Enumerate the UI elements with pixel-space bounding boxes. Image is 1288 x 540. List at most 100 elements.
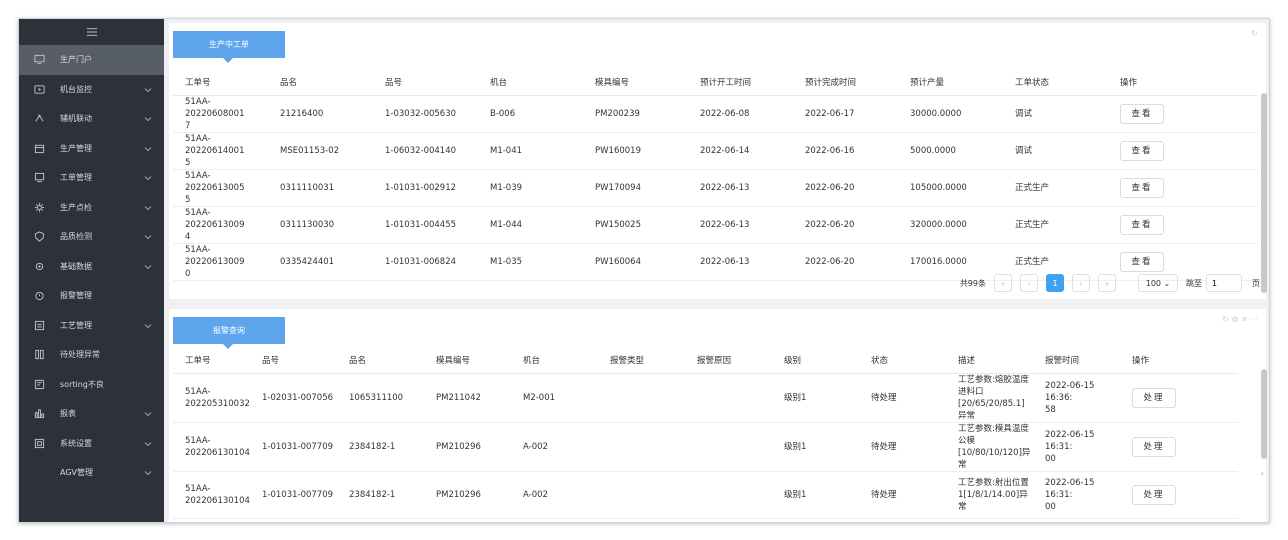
page-size-select[interactable]: 100 ⌄: [1138, 274, 1178, 292]
page-suffix: 页: [1252, 278, 1260, 288]
alarm-scrollbar[interactable]: [1261, 369, 1267, 459]
cell-part: 1-01031-004455: [373, 206, 478, 244]
view-button[interactable]: 查看: [1120, 214, 1164, 235]
cell-order: 51AA-20220608001 7: [173, 95, 268, 133]
cell-name: 1065311100: [337, 373, 424, 423]
order-line: 7: [185, 120, 191, 131]
sidebar-item-label: 基础数据: [60, 261, 92, 271]
cell-part: 1-01031-007709: [250, 471, 337, 519]
panel-tools-icon[interactable]: ↻ ⚙ ✕ ···: [1222, 315, 1258, 324]
tab-work-orders[interactable]: 生产中工单: [173, 31, 285, 63]
alarm-panel: 报警查询 ↻ ⚙ ✕ ··· 工单号 品号 品名 模具编号 机台 报警类型 报警原因 级别 状态…: [169, 309, 1267, 522]
cell-name: MSE01153-02: [268, 132, 373, 170]
sidebar-item-6[interactable]: 品质检测: [19, 222, 164, 252]
cell-order: 51AA-20220613009 0: [173, 243, 268, 281]
order-line: 5: [185, 194, 191, 205]
desktop-icon: [32, 172, 46, 183]
first-page-button[interactable]: «: [994, 274, 1012, 292]
handle-button[interactable]: 处理: [1132, 387, 1176, 408]
refresh-icon[interactable]: ↻: [1251, 29, 1258, 38]
view-button[interactable]: 查看: [1120, 251, 1164, 272]
view-button[interactable]: 查看: [1120, 140, 1164, 161]
chevron-right-icon[interactable]: ‹: [1261, 469, 1264, 478]
sidebar-item-label: 待处理异常: [60, 350, 100, 360]
cell-end: 2022-06-20: [793, 243, 898, 281]
view-button[interactable]: 查看: [1120, 177, 1164, 198]
work-order-scrollbar[interactable]: [1261, 93, 1267, 293]
cell-name: 0311110031: [268, 169, 373, 207]
column-header: 工单状态: [1003, 69, 1108, 96]
column-header: 报警时间: [1033, 347, 1120, 374]
cell-desc: 工艺参数:模具温度公模[10/80/10/120]异常: [946, 422, 1033, 472]
order-line: 51AA-20220613009: [185, 244, 245, 267]
column-header: 操作: [1120, 347, 1238, 374]
cell-status: 正式生产: [1003, 169, 1108, 207]
tab-alarms[interactable]: 报警查询: [173, 317, 285, 349]
column-header: 机台: [511, 347, 598, 374]
order-line: 202206130104: [185, 447, 250, 458]
exception-icon: [32, 349, 46, 360]
view-button[interactable]: 查看: [1120, 103, 1164, 124]
sidebar-item-4[interactable]: 工单管理: [19, 163, 164, 193]
order-line: 51AA-20220608001: [185, 96, 245, 119]
page-current[interactable]: 1: [1046, 274, 1064, 292]
sidebar-item-3[interactable]: 生产管理: [19, 134, 164, 164]
sidebar-item-5[interactable]: 生产点检: [19, 193, 164, 223]
next-page-button[interactable]: ›: [1072, 274, 1090, 292]
cell-machine: M2-001: [511, 373, 598, 423]
cell-qty: 320000.0000: [898, 206, 1003, 244]
cell-machine: M1-041: [478, 132, 583, 170]
cell-desc: 工艺参数:射出位置1[1/8/1/14.00]异常: [946, 471, 1033, 519]
cell-mold: PW160019: [583, 132, 688, 170]
time-line: 00: [1045, 501, 1056, 512]
sidebar-item-7[interactable]: 基础数据: [19, 252, 164, 282]
sidebar-item-label: 工艺管理: [60, 320, 92, 330]
handle-button[interactable]: 处理: [1132, 484, 1176, 505]
time-line: 2022-06-15 16:31:: [1045, 477, 1095, 500]
bar-chart-icon: [32, 408, 46, 419]
agv-icon: [32, 467, 46, 478]
cell-status: 待处理: [859, 422, 946, 472]
handle-button[interactable]: 处理: [1132, 436, 1176, 457]
sidebar-item-10[interactable]: 待处理异常: [19, 340, 164, 370]
cell-status: 待处理: [859, 373, 946, 423]
cell-end: 2022-06-20: [793, 169, 898, 207]
sidebar-item-14[interactable]: AGV管理: [19, 458, 164, 488]
sidebar-item-9[interactable]: 工艺管理: [19, 311, 164, 341]
pagination: 共99条 « ‹ 1 › » 100 ⌄ 跳至 页: [960, 274, 1260, 292]
page-size-value: 100: [1145, 278, 1162, 288]
prev-page-button[interactable]: ‹: [1020, 274, 1038, 292]
cell-name: 0311130030: [268, 206, 373, 244]
cell-name: 2384182-1: [337, 471, 424, 519]
table-row: 51AA- 202206130104 1-01031-007709 2384182-1…: [173, 422, 1238, 472]
column-header: 模具编号: [583, 69, 688, 96]
jump-input[interactable]: [1206, 274, 1242, 292]
sidebar-item-8[interactable]: 报警管理: [19, 281, 164, 311]
total-count: 共99条: [959, 278, 986, 288]
cell-mold: PM210296: [424, 471, 511, 519]
cell-part: 1-06032-004140: [373, 132, 478, 170]
cell-order: 51AA-20220613009 4: [173, 206, 268, 244]
cell-machine: B-006: [478, 95, 583, 133]
menu-toggle-icon[interactable]: [19, 19, 164, 45]
cell-mold: PW160064: [583, 243, 688, 281]
order-line: 51AA-: [185, 483, 211, 494]
cell-start: 2022-06-13: [688, 206, 793, 244]
last-page-button[interactable]: »: [1098, 274, 1116, 292]
sidebar-item-13[interactable]: 系统设置: [19, 429, 164, 459]
cell-machine: M1-035: [478, 243, 583, 281]
cell-level: 级别1: [772, 373, 859, 423]
cell-action: 处理: [1120, 471, 1238, 519]
sidebar-item-1[interactable]: 机台监控: [19, 75, 164, 105]
time-line: 58: [1045, 404, 1056, 415]
sidebar-item-0[interactable]: 生产门户: [19, 45, 164, 75]
sidebar-item-11[interactable]: sorting不良: [19, 370, 164, 400]
cell-part: 1-03032-005630: [373, 95, 478, 133]
table-row: 51AA-20220613005 5 0311110031 1-01031-00291…: [173, 169, 1258, 207]
sidebar-item-label: 工单管理: [60, 173, 92, 183]
sidebar-item-12[interactable]: 报表: [19, 399, 164, 429]
order-line: 51AA-: [185, 386, 211, 397]
sidebar-item-2[interactable]: 辅机联动: [19, 104, 164, 134]
cell-desc: 工艺参数:熔胶温度进料口[20/65/20/85.1]异常: [946, 373, 1033, 423]
table-row: 51AA-20220613009 4 0311130030 1-01031-00445…: [173, 206, 1258, 244]
